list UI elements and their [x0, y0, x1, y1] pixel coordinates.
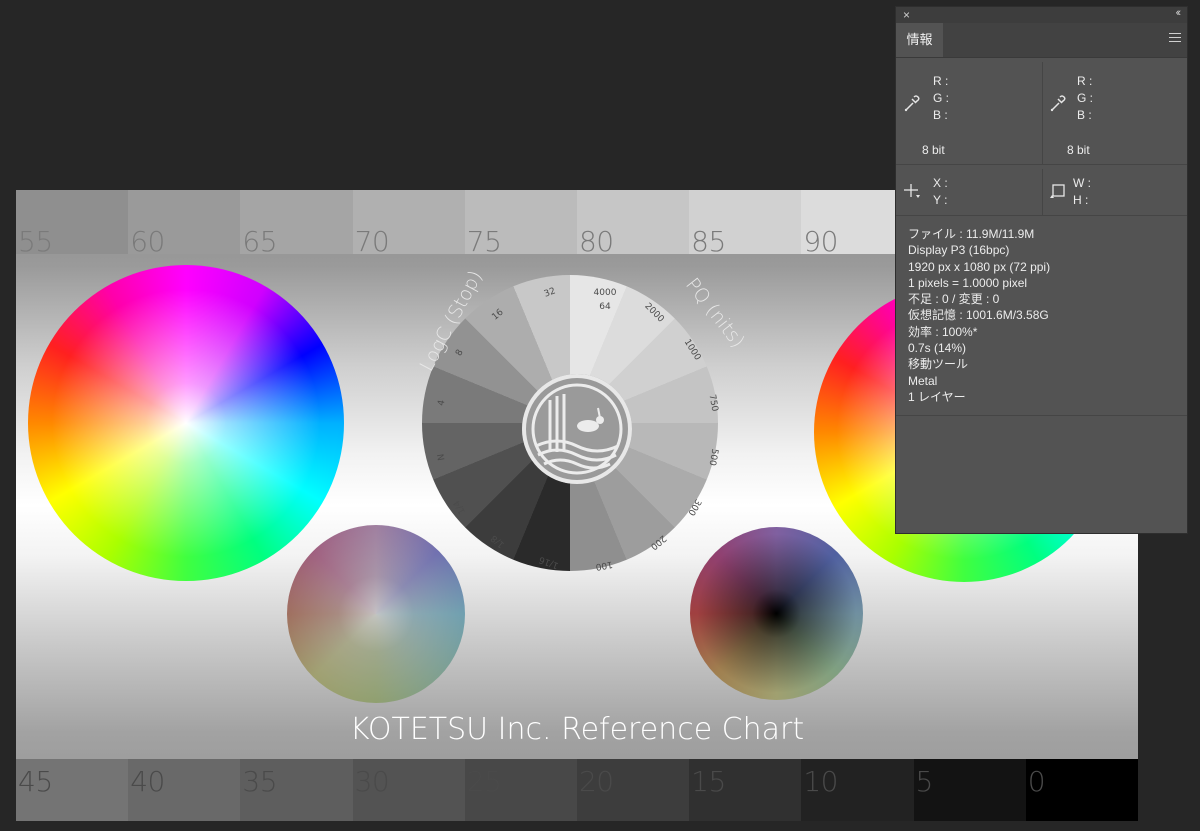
info-line: ファイル : 11.9M/11.9M	[908, 227, 1035, 241]
info-line: 1 レイヤー	[908, 389, 966, 404]
x-label: X :	[933, 176, 948, 190]
h-label: H :	[1073, 193, 1089, 207]
b-label: B :	[1077, 108, 1092, 122]
bounding-box-icon[interactable]	[1050, 182, 1068, 203]
document-info-list: ファイル : 11.9M/11.9M Display P3 (16bpc) 19…	[896, 216, 1187, 417]
patch-label: 80	[578, 225, 614, 258]
color-wheel-left	[28, 265, 344, 581]
collapse-icon[interactable]: ‹‹	[1176, 7, 1182, 19]
info-line: 不足 : 0 / 変更 : 0	[908, 292, 1000, 307]
r-label: R :	[933, 74, 949, 88]
info-panel: × ‹‹ 情報 R : G : B : 8 bit R : G : B : 8 …	[895, 6, 1188, 534]
info-line: 仮想記憶 : 1001.6M/3.58G	[908, 308, 1049, 323]
panel-titlebar[interactable]: × ‹‹	[896, 7, 1187, 23]
desaturated-wheel-left	[287, 525, 465, 703]
patch-label: 55	[18, 225, 53, 258]
patch-label: 30	[354, 765, 390, 798]
patch-label: 85	[691, 225, 726, 258]
b-label: B :	[933, 108, 948, 122]
panel-tabbar: 情報	[896, 23, 1187, 58]
g-label: G :	[933, 91, 950, 105]
y-label: Y :	[933, 193, 948, 207]
panel-menu-icon[interactable]	[1169, 33, 1181, 45]
patch-label: 15	[691, 765, 726, 798]
gray-patch: 35	[240, 759, 353, 821]
dial-tick-label: 4000	[593, 288, 617, 298]
patch-label: 60	[130, 225, 165, 258]
gray-patch: 40	[128, 759, 241, 821]
info-line: Metal	[908, 373, 938, 388]
info-line: 効率 : 100%*	[908, 324, 978, 339]
eyedropper-icon[interactable]	[904, 94, 920, 115]
gray-patch: 10	[801, 759, 914, 821]
patch-label: 90	[803, 225, 838, 258]
gray-patch: 65	[240, 190, 353, 258]
gray-patch: 75	[464, 190, 577, 258]
info-line: 1920 px x 1080 px (72 ppi)	[908, 259, 1051, 274]
rgb-readout-section: R : G : B : 8 bit R : G : B : 8 bit	[896, 58, 1187, 165]
info-line: 1 pixels = 1.0000 pixel	[908, 275, 1028, 290]
gray-patch: 45	[16, 759, 129, 821]
tab-info[interactable]: 情報	[896, 23, 943, 57]
g-label: G :	[1077, 91, 1094, 105]
patch-label: 70	[354, 225, 390, 258]
patch-label: 35	[242, 765, 278, 798]
patch-label: 25	[466, 765, 502, 798]
r-label: R :	[1077, 74, 1093, 88]
gray-patch: 70	[352, 190, 465, 258]
patch-label: 40	[130, 765, 165, 798]
dial-tick-label: 64	[599, 302, 611, 312]
dark-wheel-right	[690, 527, 863, 700]
crosshair-icon[interactable]	[904, 183, 922, 204]
position-readout-section: X : Y : W : H :	[896, 165, 1187, 216]
gray-patch: 85	[689, 190, 802, 258]
chart-title: KOTETSU Inc. Reference Chart	[349, 712, 805, 747]
gray-patch: 0	[1025, 759, 1138, 821]
patch-label: 10	[803, 765, 838, 798]
info-line: 0.7s (14%)	[908, 341, 967, 356]
gray-patch: 15	[689, 759, 802, 821]
gray-patch: 30	[352, 759, 465, 821]
patch-label: 5	[915, 765, 934, 798]
gray-patch: 20	[576, 759, 690, 821]
kotetsu-logo	[522, 374, 632, 484]
w-label: W :	[1073, 176, 1091, 190]
eyedropper-icon[interactable]	[1050, 94, 1066, 115]
bit-depth-right: 8 bit	[1067, 143, 1090, 157]
patch-label: 45	[18, 765, 53, 798]
info-line: Display P3 (16bpc)	[908, 243, 1010, 258]
bit-depth-left: 8 bit	[922, 143, 945, 157]
patch-label: 75	[466, 225, 502, 258]
gray-patch: 60	[128, 190, 241, 258]
bottom-gray-strip: 45 40 35 30 25 20 15 10 5 0	[16, 759, 1138, 821]
patch-label: 65	[242, 225, 278, 258]
gray-patch: 55	[16, 190, 129, 258]
gray-patch: 80	[576, 190, 690, 258]
gray-patch: 25	[464, 759, 577, 821]
patch-label: 20	[578, 765, 614, 798]
info-line: 移動ツール	[908, 357, 969, 372]
close-icon[interactable]: ×	[903, 8, 910, 22]
patch-label: 0	[1027, 765, 1046, 798]
gray-patch: 5	[913, 759, 1026, 821]
